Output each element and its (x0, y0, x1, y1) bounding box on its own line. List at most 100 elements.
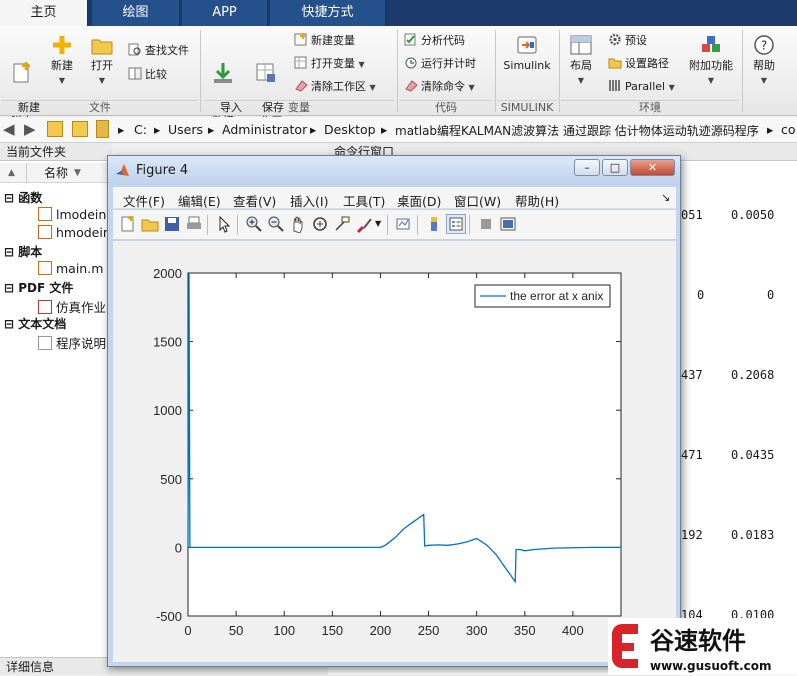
file-item[interactable]: lmodeini (38, 207, 110, 222)
x-tick-label: 350 (514, 623, 536, 638)
output-value: 471 (681, 448, 703, 462)
details-bar[interactable]: 详细信息 (0, 657, 112, 675)
parallel-button[interactable]: Parallel ▼ (608, 78, 675, 96)
section-text[interactable]: ⊟ 文本文档 (4, 315, 66, 332)
compare-button[interactable]: 比较 (128, 66, 167, 84)
y-tick-label: 0 (175, 540, 182, 555)
eraser-icon (405, 80, 418, 92)
file-item[interactable]: 程序说明 (38, 333, 106, 352)
output-value: 0.0050 (731, 208, 775, 222)
breadcrumb-item[interactable]: matlab编程KALMAN滤波算法 通过跟踪 估计物体运动轨迹源码程序 (395, 122, 759, 139)
breadcrumb-sep: ▸ (118, 122, 125, 137)
save-icon[interactable] (163, 215, 181, 233)
menu-dock-icon[interactable]: ↘ (661, 191, 670, 204)
breadcrumb-item[interactable]: Users (168, 122, 203, 137)
find-files-button[interactable]: 查找文件 (128, 42, 189, 60)
figure-canvas[interactable]: 0 50 100 150 200 250 300 350 400 -500 0 500 1000 1500… (113, 241, 676, 662)
toolbar-divider (387, 215, 388, 235)
tab-plots[interactable]: 绘图 (92, 0, 180, 26)
simulink-button[interactable]: Simulink (500, 34, 554, 73)
breadcrumb-item[interactable]: Desktop (324, 122, 376, 137)
x-tick-label: 400 (562, 623, 584, 638)
print-icon[interactable] (185, 215, 203, 233)
tab-shortcuts[interactable]: 快捷方式 (270, 0, 386, 26)
open-file-icon[interactable] (141, 215, 159, 233)
browse-folder-icon[interactable] (72, 121, 88, 137)
legend-icon[interactable] (446, 214, 466, 234)
zoom-out-icon[interactable] (267, 215, 285, 233)
close-button[interactable]: ✕ (630, 159, 675, 176)
menu-desktop[interactable]: 桌面(D) (397, 191, 441, 210)
clear-workspace-button[interactable]: 清除工作区 ▼ (294, 78, 376, 96)
menu-edit[interactable]: 编辑(E) (178, 191, 221, 210)
breadcrumb-item[interactable]: C: (134, 122, 147, 137)
back-arrow-icon[interactable]: ◀ (3, 120, 15, 138)
breadcrumb-sep: ▸ (381, 122, 388, 137)
line-chart[interactable]: 0 50 100 150 200 250 300 350 400-500050010001500… (113, 241, 676, 662)
new-variable-icon (294, 33, 307, 46)
analyze-code-button[interactable]: 分析代码 (404, 32, 465, 50)
parallel-label: Parallel (625, 80, 666, 93)
show-tools-icon[interactable] (499, 215, 517, 233)
minimize-button[interactable]: – (574, 159, 600, 176)
menu-file[interactable]: 文件(F) (123, 191, 165, 210)
forward-arrow-icon[interactable]: ▶ (24, 120, 36, 138)
legend-label: the error at x anix (510, 289, 603, 303)
chevron-down-icon[interactable]: ▼ (375, 219, 381, 228)
hide-tools-icon[interactable] (477, 215, 495, 233)
colorbar-icon[interactable] (425, 215, 443, 233)
new-button[interactable]: 新建 ▼ (44, 34, 80, 88)
menu-help[interactable]: 帮助(H) (515, 191, 559, 210)
rotate-3d-icon[interactable] (311, 215, 329, 233)
chevron-down-icon: ▼ (577, 76, 585, 85)
addons-button[interactable]: 附加功能 ▼ (684, 34, 738, 88)
breadcrumb-item[interactable]: co (781, 122, 796, 137)
new-figure-icon[interactable] (119, 215, 137, 233)
pointer-icon[interactable] (215, 215, 233, 233)
link-plot-icon[interactable] (395, 215, 413, 233)
open-button[interactable]: 打开 ▼ (84, 34, 120, 88)
chevron-down-icon: ▼ (58, 76, 66, 85)
figure-window[interactable]: Figure 4 – □ ✕ 文件(F) 编辑(E) 查看(V) 插入(I) 工… (107, 155, 681, 667)
clear-commands-button[interactable]: 清除命令 ▼ (404, 78, 475, 96)
section-text-label: 文本文档 (18, 317, 67, 331)
set-path-label: 设置路径 (625, 57, 669, 70)
help-icon: ? (754, 35, 774, 55)
run-and-time-icon (405, 57, 417, 69)
tab-home[interactable]: 主页 (0, 0, 88, 26)
menu-tools[interactable]: 工具(T) (343, 191, 385, 210)
zoom-in-icon[interactable] (245, 215, 263, 233)
run-and-time-button[interactable]: 运行并计时 (404, 55, 476, 73)
parallel-icon (609, 80, 620, 91)
menu-insert[interactable]: 插入(I) (290, 191, 328, 210)
section-scripts[interactable]: ⊟ 脚本 (4, 243, 42, 260)
chevron-down-icon: ▼ (668, 83, 675, 92)
column-header[interactable]: ▲ 名称 ▼ (0, 163, 112, 183)
section-pdf[interactable]: ⊟ PDF 文件 (4, 279, 73, 296)
menu-view[interactable]: 查看(V) (233, 191, 276, 210)
new-variable-button[interactable]: 新建变量 (294, 32, 355, 50)
data-cursor-icon[interactable] (333, 215, 351, 233)
file-item[interactable]: hmodeini (38, 225, 114, 240)
section-functions[interactable]: ⊟ 函数 (4, 189, 42, 206)
preferences-button[interactable]: 预设 (608, 32, 647, 50)
column-divider (26, 163, 27, 183)
brush-icon[interactable] (355, 215, 373, 233)
set-path-button[interactable]: 设置路径 (608, 55, 669, 73)
figure-titlebar[interactable]: Figure 4 – □ ✕ (108, 156, 680, 185)
file-item-label: 程序说明 (56, 336, 107, 351)
maximize-button[interactable]: □ (602, 159, 628, 176)
help-button[interactable]: ? 帮助 ▼ (748, 34, 780, 88)
tab-apps[interactable]: APP (182, 0, 268, 26)
file-item[interactable]: main.m (38, 261, 103, 276)
menu-window[interactable]: 窗口(W) (454, 191, 501, 210)
layout-button[interactable]: 布局 ▼ (564, 34, 598, 88)
pan-hand-icon[interactable] (289, 215, 307, 233)
file-item[interactable]: 仿真作业 (38, 297, 106, 316)
find-files-label: 查找文件 (145, 44, 189, 57)
section-pdf-label: PDF 文件 (18, 281, 74, 295)
breadcrumb-item[interactable]: Administrator (222, 122, 307, 137)
open-variable-button[interactable]: 打开变量 ▼ (294, 55, 365, 73)
output-value: 0.0183 (731, 528, 775, 542)
up-folder-icon[interactable] (47, 121, 63, 137)
